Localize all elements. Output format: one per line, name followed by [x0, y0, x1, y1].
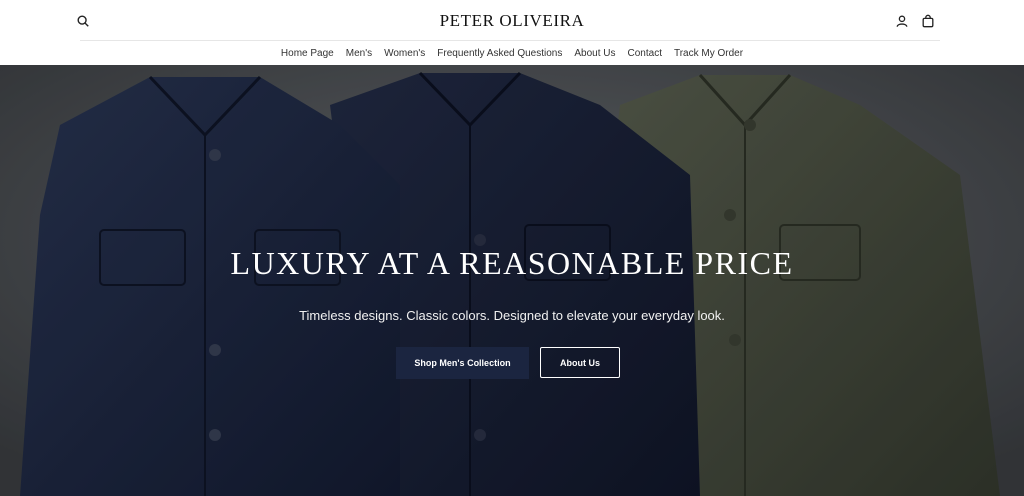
- shop-mens-collection-button[interactable]: Shop Men's Collection: [396, 347, 529, 379]
- user-icon[interactable]: [894, 13, 910, 29]
- nav-contact[interactable]: Contact: [628, 48, 662, 59]
- hero-subtitle: Timeless designs. Classic colors. Design…: [299, 308, 725, 323]
- hero-title: LUXURY AT A REASONABLE PRICE: [230, 245, 794, 281]
- site-header: PETER OLIVEIRA: [0, 0, 1024, 41]
- brand-logo[interactable]: PETER OLIVEIRA: [0, 11, 1024, 31]
- nav-faq[interactable]: Frequently Asked Questions: [437, 48, 562, 59]
- nav-about[interactable]: About Us: [574, 48, 615, 59]
- nav-mens[interactable]: Men's: [346, 48, 372, 59]
- hero-banner: LUXURY AT A REASONABLE PRICE Timeless de…: [0, 65, 1024, 496]
- about-us-button[interactable]: About Us: [540, 347, 620, 378]
- nav-home[interactable]: Home Page: [281, 48, 334, 59]
- main-nav: Home Page Men's Women's Frequently Asked…: [0, 41, 1024, 65]
- bag-icon[interactable]: [920, 13, 936, 29]
- nav-womens[interactable]: Women's: [384, 48, 425, 59]
- nav-track-order[interactable]: Track My Order: [674, 48, 743, 59]
